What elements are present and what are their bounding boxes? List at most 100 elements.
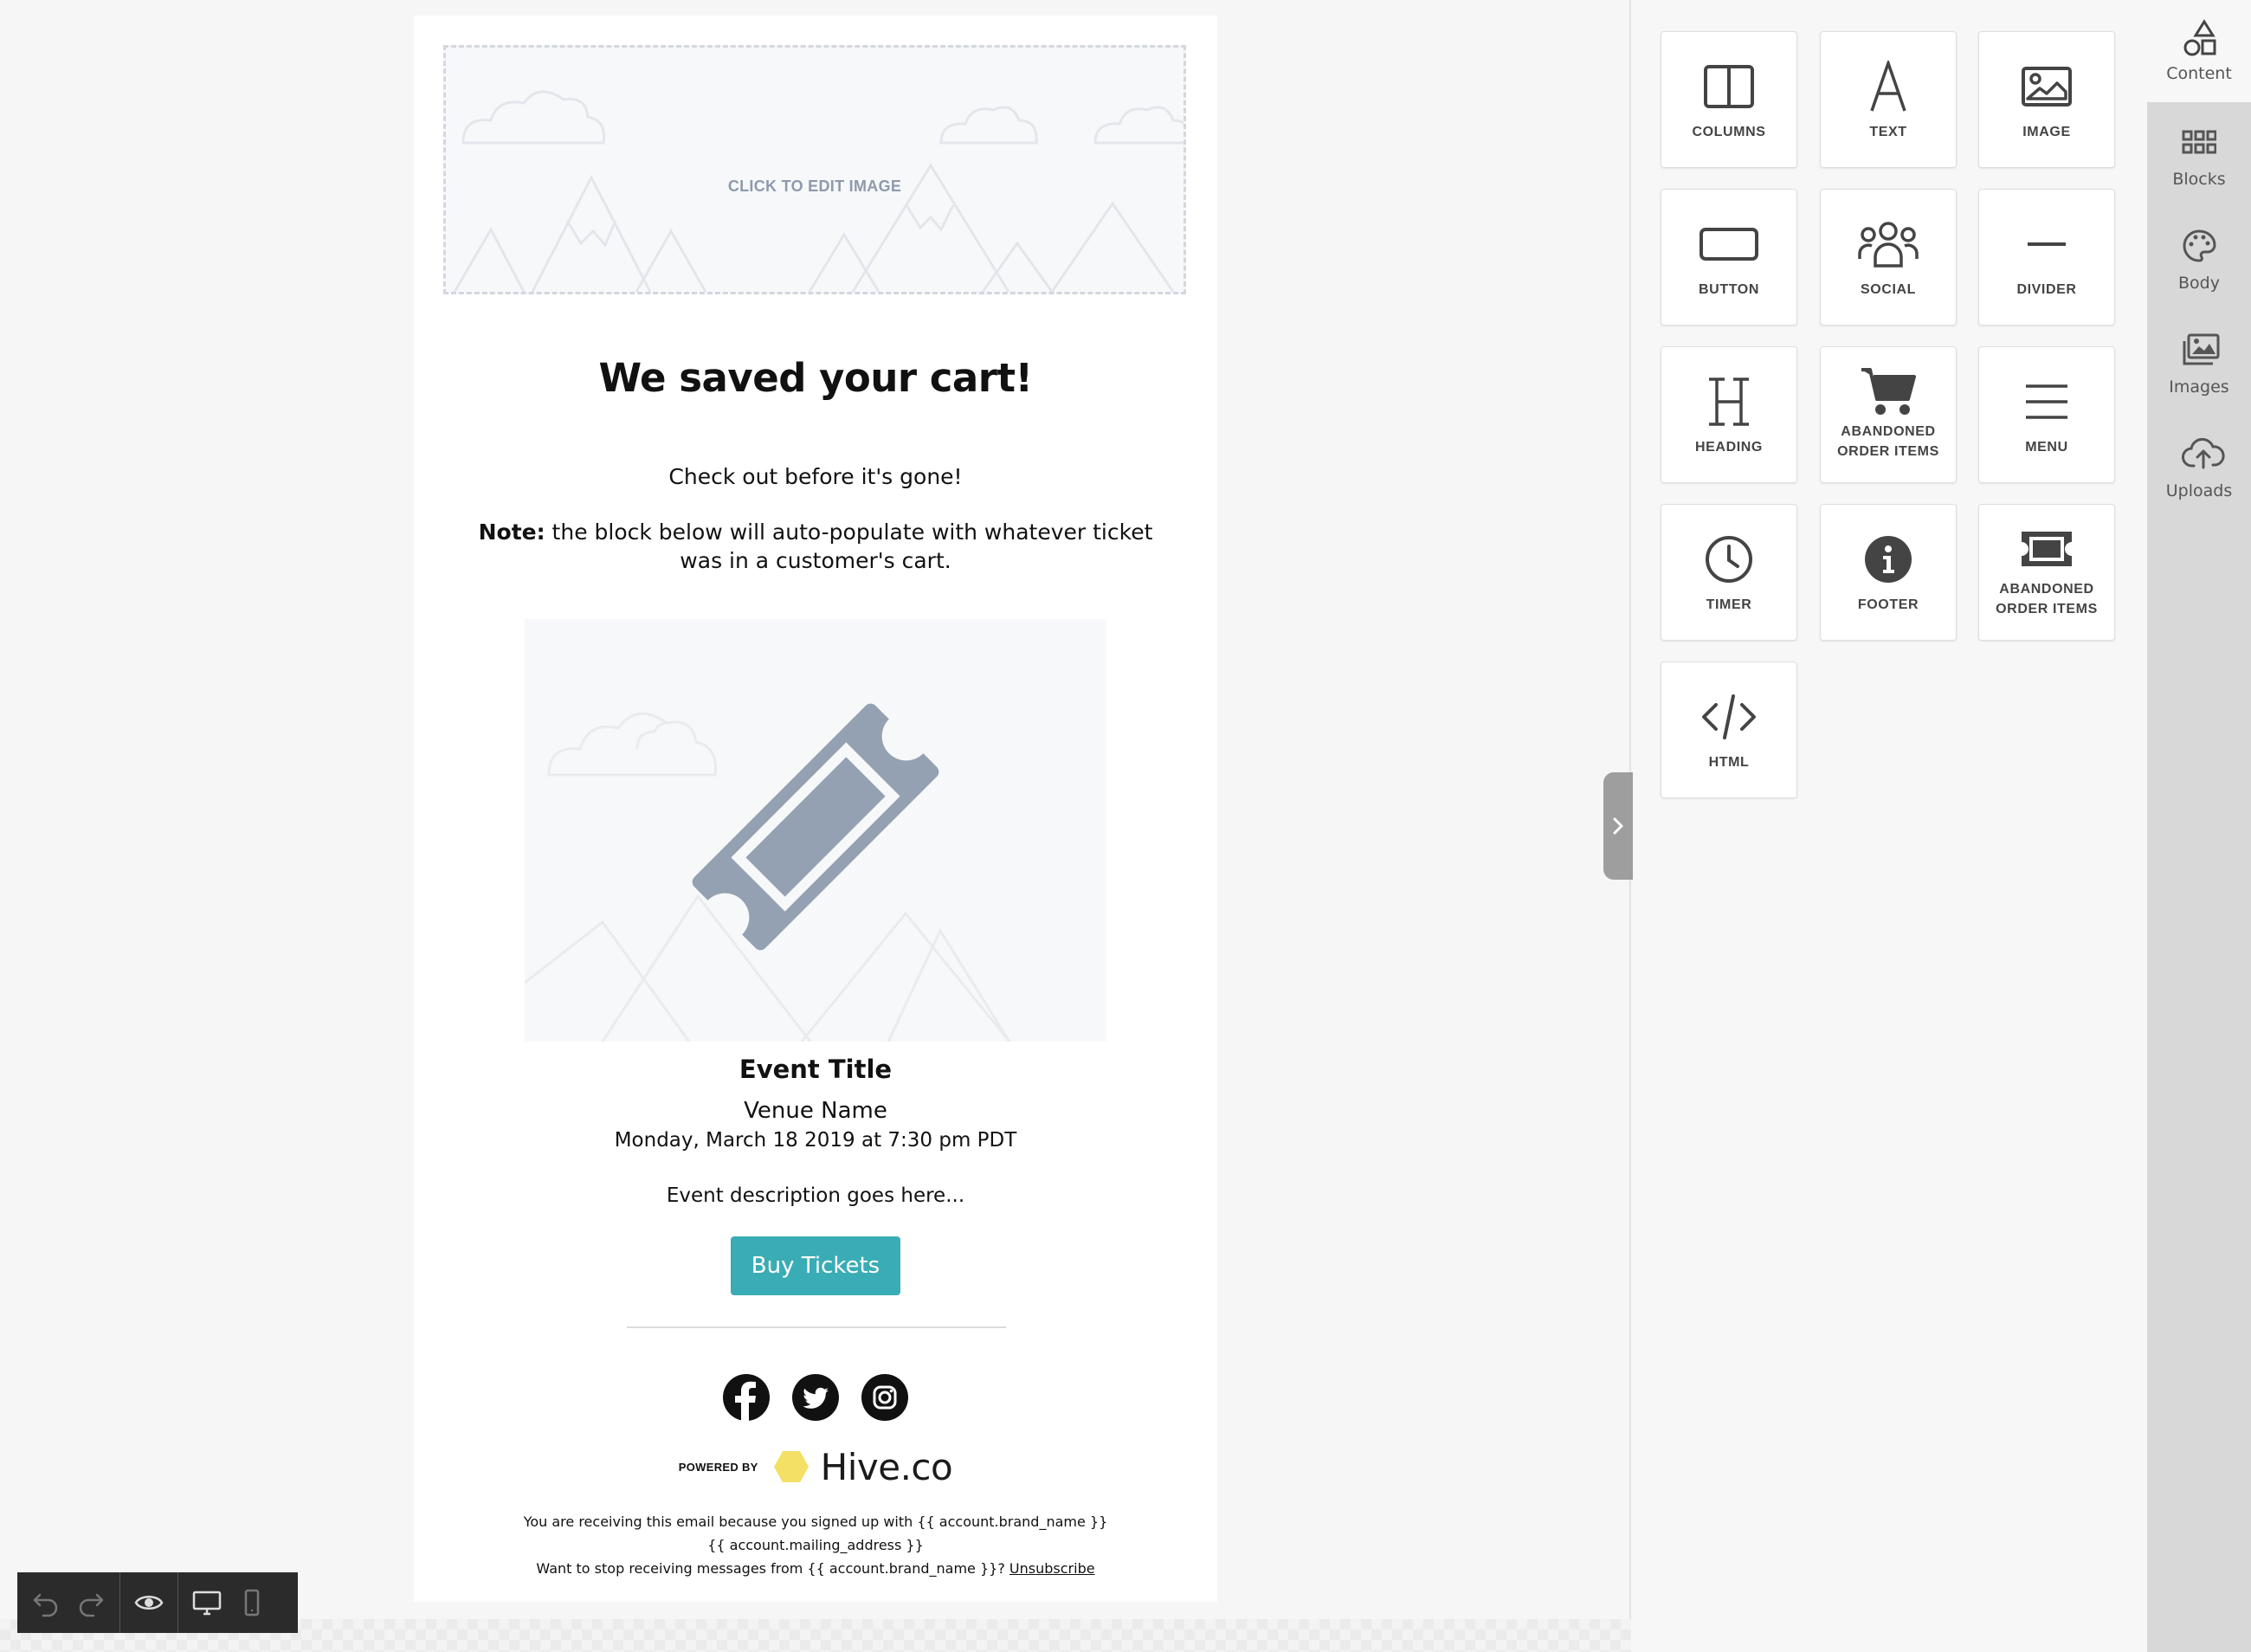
image-icon: [2022, 67, 2072, 106]
tool-label: TEXT: [1869, 125, 1907, 139]
email-subtext[interactable]: Check out before it's gone!: [414, 464, 1217, 489]
editor-canvas: CLICK TO EDIT IMAGE We saved your cart! …: [0, 0, 1631, 1652]
buy-tickets-button[interactable]: Buy Tickets: [731, 1236, 900, 1295]
panel-collapse-handle[interactable]: [1603, 772, 1633, 880]
tool-abandoned-order-items-ticket[interactable]: ABANDONED ORDER ITEMS: [1978, 504, 2115, 641]
preview-button[interactable]: [132, 1586, 165, 1619]
email-note[interactable]: Note: the block below will auto-populate…: [414, 518, 1217, 575]
hive-brand-name: Hive.co: [820, 1445, 953, 1488]
content-tools-panel: COLUMNS TEXT IMAGE BUTTON SOCIAL DIVIDER…: [1633, 0, 2147, 1652]
tool-text[interactable]: TEXT: [1820, 31, 1957, 168]
social-links: [722, 1373, 909, 1422]
mobile-view-button[interactable]: [235, 1586, 268, 1619]
heading-icon: [1709, 378, 1749, 426]
tool-label-line-2: ORDER ITEMS: [1996, 602, 2098, 616]
side-tab-bar: Content Blocks Body Images Uploads: [2147, 0, 2251, 1652]
tool-timer[interactable]: TIMER: [1661, 504, 1797, 641]
unsubscribe-link[interactable]: Unsubscribe: [1009, 1560, 1095, 1577]
facebook-icon[interactable]: [722, 1373, 771, 1422]
code-icon: [1702, 694, 1756, 739]
powered-by-badge[interactable]: POWERED BY Hive.co: [414, 1442, 1217, 1491]
images-icon: [2183, 333, 2220, 365]
redo-icon: [79, 1593, 104, 1617]
note-bold-label: Note:: [478, 519, 545, 545]
tool-abandoned-order-items-cart[interactable]: ABANDONED ORDER ITEMS: [1820, 346, 1957, 483]
tool-label: COLUMNS: [1692, 125, 1766, 139]
venue-name: Venue Name: [744, 1098, 887, 1124]
email-heading[interactable]: We saved your cart!: [414, 355, 1217, 401]
tool-label-line-1: ABANDONED: [1841, 424, 1936, 439]
event-description: Event description goes here...: [666, 1184, 965, 1207]
undo-button[interactable]: [29, 1586, 62, 1619]
palette-icon: [2183, 229, 2216, 262]
tool-label: DIVIDER: [2016, 282, 2077, 297]
menu-icon: [2026, 384, 2067, 419]
tool-heading[interactable]: HEADING: [1661, 346, 1797, 483]
tool-html[interactable]: HTML: [1661, 661, 1797, 798]
undo-icon: [33, 1593, 58, 1617]
tool-button[interactable]: BUTTON: [1661, 189, 1797, 326]
social-icon: [1858, 222, 1919, 268]
clock-icon: [1706, 536, 1752, 583]
tab-label: Images: [2169, 378, 2229, 397]
footer-unsubscribe-line: Want to stop receiving messages from {{ …: [414, 1560, 1217, 1577]
info-icon: [1865, 536, 1912, 583]
desktop-view-button[interactable]: [190, 1586, 223, 1619]
upload-cloud-icon: [2182, 437, 2225, 469]
tool-label-line-2: ORDER ITEMS: [1837, 444, 1939, 459]
tool-label: SOCIAL: [1860, 282, 1917, 297]
footer-unsubscribe-prefix: Want to stop receiving messages from {{ …: [536, 1560, 1009, 1577]
tool-image[interactable]: IMAGE: [1978, 31, 2115, 168]
tool-label: ABANDONED ORDER ITEMS: [1979, 579, 2114, 619]
mobile-view-icon: [244, 1589, 260, 1617]
tool-divider[interactable]: DIVIDER: [1978, 189, 2115, 326]
shapes-icon: [2183, 19, 2216, 56]
text-icon: [1870, 61, 1906, 112]
powered-by-label: POWERED BY: [678, 1460, 758, 1474]
tab-body[interactable]: Body: [2147, 210, 2251, 312]
tool-social[interactable]: SOCIAL: [1820, 189, 1957, 326]
grid-icon: [2182, 130, 2216, 154]
preview-controls: [120, 1572, 178, 1633]
tool-footer[interactable]: FOOTER: [1820, 504, 1957, 641]
ticket-image-block[interactable]: [525, 619, 1106, 1042]
note-text: the block below will auto-populate with …: [545, 519, 1153, 573]
tool-menu[interactable]: MENU: [1978, 346, 2115, 483]
history-controls: [17, 1572, 120, 1633]
tab-content[interactable]: Content: [2147, 0, 2251, 102]
hero-image-placeholder[interactable]: CLICK TO EDIT IMAGE: [443, 45, 1186, 294]
tab-label: Content: [2166, 64, 2232, 83]
tool-label: HTML: [1708, 755, 1750, 770]
footer-signup-notice: You are receiving this email because you…: [523, 1513, 1108, 1530]
redo-button[interactable]: [74, 1586, 107, 1619]
tool-label: ABANDONED ORDER ITEMS: [1821, 422, 1956, 461]
ticket-icon: [2022, 532, 2072, 566]
tab-blocks[interactable]: Blocks: [2147, 106, 2251, 208]
tool-label-line-1: ABANDONED: [1999, 582, 2094, 597]
columns-icon: [1704, 65, 1754, 108]
divider-icon: [2028, 242, 2066, 246]
twitter-icon[interactable]: [791, 1373, 840, 1422]
tab-label: Uploads: [2165, 481, 2233, 500]
instagram-icon[interactable]: [861, 1373, 909, 1422]
event-title: Event Title: [739, 1055, 893, 1084]
tool-label: BUTTON: [1699, 282, 1759, 297]
tab-images[interactable]: Images: [2147, 313, 2251, 416]
tab-label: Body: [2178, 274, 2220, 293]
email-preview: CLICK TO EDIT IMAGE We saved your cart! …: [414, 16, 1217, 1602]
device-controls: [178, 1572, 281, 1633]
cart-icon: [1861, 368, 1916, 415]
tool-label: MENU: [2025, 440, 2068, 455]
tool-columns[interactable]: COLUMNS: [1661, 31, 1797, 168]
footer-mailing-address: {{ account.mailing_address }}: [707, 1537, 924, 1553]
ticket-icon: [525, 703, 1011, 1042]
tab-label: Blocks: [2172, 170, 2226, 189]
placeholder-clouds-mountains-icon: [453, 90, 1184, 292]
hive-logo-icon: [773, 1451, 809, 1482]
chevron-right-icon: [1613, 817, 1623, 835]
tab-uploads[interactable]: Uploads: [2147, 417, 2251, 519]
hero-placeholder-label: CLICK TO EDIT IMAGE: [727, 177, 902, 195]
preview-eye-icon: [134, 1596, 164, 1610]
button-icon: [1700, 228, 1758, 261]
editor-toolbar: [17, 1572, 298, 1633]
